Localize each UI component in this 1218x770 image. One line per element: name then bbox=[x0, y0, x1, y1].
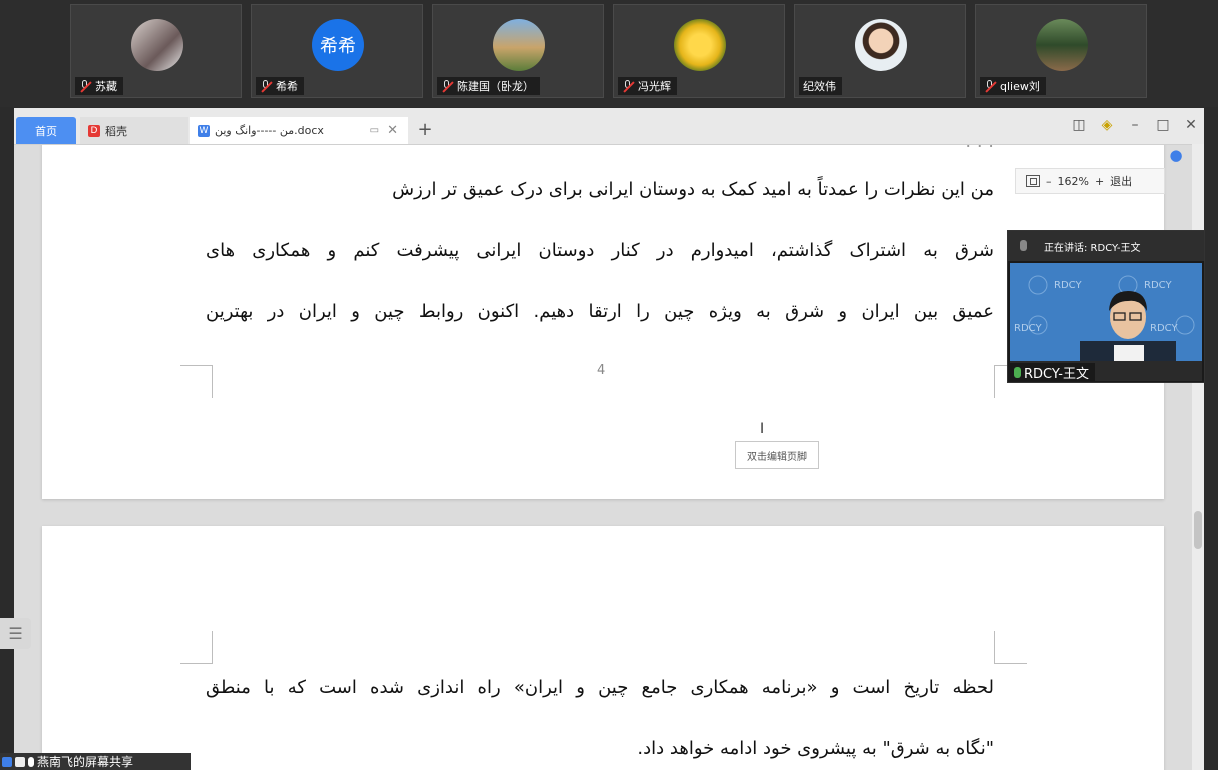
speaker-name: RDCY-王文 bbox=[1024, 366, 1089, 382]
document-page[interactable]: . . . من این نظرات را عمدتاً به امید کمک… bbox=[42, 145, 1164, 499]
scrollbar-thumb[interactable] bbox=[1194, 511, 1202, 549]
participant-name: 纪效伟 bbox=[803, 80, 836, 93]
participants-strip: 苏藏 希希 希希 陈建国（卧龙） 冯光辉 纪效伟 qliew刘 bbox=[0, 0, 1218, 107]
close-tab-icon[interactable]: ✕ bbox=[387, 123, 398, 138]
window-controls: ◫ ◈ – □ ✕ bbox=[1072, 116, 1198, 134]
clipped-text-line: . . . bbox=[206, 145, 994, 152]
tab-home-label: 首页 bbox=[35, 124, 57, 138]
text-cursor-icon: I bbox=[760, 421, 765, 437]
mic-muted-icon bbox=[984, 80, 996, 92]
document-page[interactable]: لحظه تاریخ است و «برنامه همکاری جامع چین… bbox=[42, 526, 1164, 770]
tab-bar: 首页 D 稻壳 W من -----وانگ وین.docx ▭ ✕ + ◫ … bbox=[14, 108, 1204, 145]
participant-tile[interactable]: 苏藏 bbox=[70, 4, 242, 98]
user-icon bbox=[2, 756, 12, 767]
participant-nametag: 希希 bbox=[256, 77, 304, 95]
participant-name: 希希 bbox=[276, 80, 298, 93]
mic-muted-icon bbox=[260, 80, 272, 92]
mic-active-icon bbox=[1014, 366, 1021, 378]
participant-nametag: 苏藏 bbox=[75, 77, 123, 95]
exit-zoom-button[interactable]: 退出 bbox=[1110, 173, 1132, 189]
mic-icon bbox=[28, 756, 34, 767]
svg-text:RDCY: RDCY bbox=[1144, 280, 1172, 291]
edit-footer-hint[interactable]: 双击编辑页脚 bbox=[735, 441, 819, 469]
tab-document[interactable]: W من -----وانگ وین.docx ▭ ✕ bbox=[190, 117, 408, 144]
participant-tile[interactable]: 陈建国（卧龙） bbox=[432, 4, 604, 98]
participant-name: qliew刘 bbox=[1000, 80, 1040, 93]
zoom-in-button[interactable]: + bbox=[1095, 175, 1104, 188]
margin-mark bbox=[994, 631, 1027, 664]
avatar bbox=[1036, 19, 1088, 71]
tab-document-label: من -----وانگ وین.docx bbox=[215, 124, 324, 137]
svg-text:RDCY: RDCY bbox=[1150, 323, 1178, 334]
tab-home[interactable]: 首页 bbox=[16, 117, 76, 144]
participant-tile[interactable]: 纪效伟 bbox=[794, 4, 966, 98]
participant-name: 陈建国（卧龙） bbox=[457, 80, 534, 93]
zoom-out-button[interactable]: – bbox=[1046, 175, 1052, 188]
fit-page-icon[interactable] bbox=[1026, 175, 1040, 187]
tab-daoke-label: 稻壳 bbox=[105, 124, 127, 138]
wps-window: 首页 D 稻壳 W من -----وانگ وین.docx ▭ ✕ + ◫ … bbox=[14, 108, 1204, 770]
close-icon[interactable]: ✕ bbox=[1184, 116, 1198, 134]
layout-icon[interactable]: ◫ bbox=[1072, 116, 1086, 134]
speaker-status: 正在讲话: RDCY-王文 bbox=[1044, 242, 1141, 254]
tab-daoke[interactable]: D 稻壳 bbox=[80, 117, 188, 144]
participant-name: 冯光辉 bbox=[638, 80, 671, 93]
avatar-initials: 希希 bbox=[320, 36, 356, 57]
participant-nametag: 冯光辉 bbox=[618, 77, 677, 95]
text-line: شرق به اشتراک گذاشتم، امیدوارم در کنار د… bbox=[206, 240, 994, 261]
mic-icon bbox=[1020, 240, 1027, 251]
participant-nametag: 纪效伟 bbox=[799, 77, 842, 95]
mic-muted-icon bbox=[79, 80, 91, 92]
screen-icon bbox=[15, 756, 25, 767]
screen-share-label: 燕南飞的屏幕共享 bbox=[37, 755, 134, 769]
zoom-bar: – 162% + 退出 bbox=[1015, 168, 1165, 194]
margin-mark bbox=[180, 631, 213, 664]
speaker-status-bar: 正在讲话: RDCY-王文 bbox=[1008, 231, 1204, 261]
speaker-video: RDCY RDCY RDCY RDCY RDCY-王文 bbox=[1010, 263, 1202, 381]
pin-icon[interactable]: ▭ bbox=[370, 125, 379, 136]
avatar bbox=[674, 19, 726, 71]
location-pin-icon[interactable]: ● bbox=[1168, 146, 1184, 164]
participant-tile[interactable]: 冯光辉 bbox=[613, 4, 785, 98]
participant-nametag: qliew刘 bbox=[980, 77, 1046, 95]
text-line: "نگاه به شرق" به پیشروی خود ادامه خواهد … bbox=[637, 738, 994, 759]
mic-muted-icon bbox=[441, 80, 453, 92]
daoke-logo-icon: D bbox=[88, 124, 100, 137]
skin-icon[interactable]: ◈ bbox=[1100, 116, 1114, 134]
avatar: 希希 bbox=[312, 19, 364, 71]
avatar bbox=[493, 19, 545, 71]
avatar bbox=[855, 19, 907, 71]
participant-tile[interactable]: qliew刘 bbox=[975, 4, 1147, 98]
minimize-icon[interactable]: – bbox=[1128, 116, 1142, 134]
avatar bbox=[131, 19, 183, 71]
new-tab-button[interactable]: + bbox=[416, 118, 434, 140]
speaker-nametag: RDCY-王文 bbox=[1010, 363, 1095, 381]
svg-text:RDCY: RDCY bbox=[1054, 280, 1082, 291]
text-line: عمیق بین ایران و شرق به ویژه چین را ارتق… bbox=[206, 301, 994, 322]
writer-logo-icon: W bbox=[198, 124, 210, 137]
page-number: 4 bbox=[597, 363, 606, 378]
mic-muted-icon bbox=[622, 80, 634, 92]
maximize-icon[interactable]: □ bbox=[1156, 116, 1170, 134]
zoom-level[interactable]: 162% bbox=[1058, 175, 1089, 188]
outline-icon[interactable]: ☰ bbox=[0, 618, 31, 649]
text-line: من این نظرات را عمدتاً به امید کمک به دو… bbox=[392, 179, 994, 200]
active-speaker-panel[interactable]: 正在讲话: RDCY-王文 RDCY RDCY RDCY RDCY RDCY-王文 bbox=[1007, 230, 1205, 383]
participant-nametag: 陈建国（卧龙） bbox=[437, 77, 540, 95]
margin-mark bbox=[180, 365, 213, 398]
participant-tile[interactable]: 希希 希希 bbox=[251, 4, 423, 98]
participant-name: 苏藏 bbox=[95, 80, 117, 93]
screen-share-bar[interactable]: 燕南飞的屏幕共享 bbox=[0, 753, 191, 770]
svg-text:RDCY: RDCY bbox=[1014, 323, 1042, 334]
text-line: لحظه تاریخ است و «برنامه همکاری جامع چین… bbox=[206, 677, 994, 698]
